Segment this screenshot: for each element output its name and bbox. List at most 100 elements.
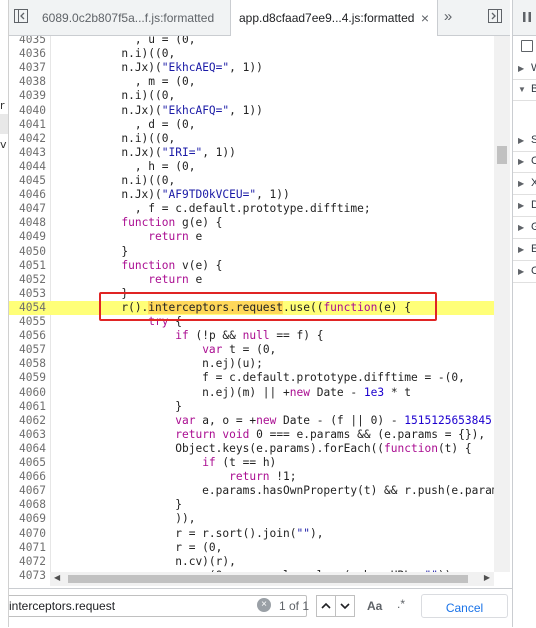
line-number[interactable]: 4036 <box>8 47 54 61</box>
vertical-scrollbar-thumb[interactable] <box>497 146 507 164</box>
line-code: Object.keys(e.params).forEach((function(… <box>54 441 472 455</box>
line-code: var a, o = +new Date - (f || 0) - 151512… <box>175 413 510 427</box>
line-code: e.params.hasOwnProperty(t) && r.push(e.p… <box>54 484 510 498</box>
line-number[interactable]: 4039 <box>8 89 54 103</box>
code-line: 4047 , f = c.default.prototype.difftime; <box>8 202 510 216</box>
code-line: 4058 n.ej)(u); <box>8 357 510 371</box>
line-number[interactable]: 4060 <box>8 386 54 400</box>
cancel-button[interactable]: Cancel <box>421 594 508 618</box>
expand-right-icon: ▶ <box>518 179 525 188</box>
horizontal-scrollbar[interactable]: ◀ ▶ <box>50 572 494 586</box>
debugger-section-header[interactable]: ▶E <box>513 239 536 261</box>
line-number[interactable]: 4057 <box>8 343 54 357</box>
horizontal-scrollbar-thumb[interactable] <box>68 575 468 583</box>
code-line: 4065 if (t == h) <box>8 456 510 470</box>
line-number[interactable]: 4041 <box>8 118 54 132</box>
debugger-section-header[interactable]: ▶W <box>513 58 536 80</box>
next-match-button[interactable] <box>335 595 355 617</box>
vertical-scrollbar[interactable] <box>494 36 510 572</box>
debugger-section-header[interactable]: ▼B <box>513 79 536 101</box>
line-code: n.ej)(u); <box>54 357 263 371</box>
line-number[interactable]: 4053 <box>8 287 54 301</box>
tab-6089-formatted[interactable]: 6089.0c2b807f5a...f.js:formatted <box>34 0 230 35</box>
line-code: )), <box>54 512 196 526</box>
line-number[interactable]: 4062 <box>8 414 54 428</box>
line-number[interactable]: 4058 <box>8 357 54 371</box>
line-number[interactable]: 4044 <box>8 160 54 174</box>
debugger-section-header[interactable]: ▶S <box>513 130 536 152</box>
line-code: n.Jx)("IRI=", 1)) <box>54 145 236 159</box>
line-number[interactable]: 4046 <box>8 188 54 202</box>
line-number[interactable]: 4050 <box>8 245 54 259</box>
line-number[interactable]: 4054 <box>8 301 54 315</box>
search-input[interactable] <box>5 596 253 616</box>
line-number[interactable]: 4056 <box>8 329 54 343</box>
line-code: n.Jx)("EkhcAFQ=", 1)) <box>54 103 263 117</box>
code-line: 4045 n.i)((0, <box>8 174 510 188</box>
code-editor[interactable]: 4035 , u = (0, 4036 n.i)((0, 4037 n.Jx)("E… <box>8 36 510 580</box>
line-number[interactable]: 4040 <box>8 104 54 118</box>
scroll-right-icon[interactable]: ▶ <box>484 573 490 582</box>
line-number[interactable]: 4065 <box>8 456 54 470</box>
line-number[interactable]: 4064 <box>8 442 54 456</box>
code-line: 4051 function v(e) { <box>8 259 510 273</box>
line-number[interactable]: 4048 <box>8 216 54 230</box>
line-number[interactable]: 4038 <box>8 75 54 89</box>
line-number[interactable]: 4051 <box>8 259 54 273</box>
code-line: 4046 n.Jx)("AF9TD0kVCEU=", 1)) <box>8 188 510 202</box>
line-number[interactable]: 4045 <box>8 174 54 188</box>
line-code: n.ej)(m) || +new Date - 1e3 * t <box>54 385 412 399</box>
scroll-left-icon[interactable]: ◀ <box>54 573 60 582</box>
line-number[interactable]: 4061 <box>8 400 54 414</box>
code-line: 4044 , h = (0, <box>8 160 510 174</box>
toggle-navigator-icon[interactable] <box>14 9 28 23</box>
pause-icon[interactable] <box>521 11 533 23</box>
debugger-section-header[interactable]: ▶X <box>513 173 536 195</box>
line-number[interactable]: 4055 <box>8 315 54 329</box>
line-code: return !1; <box>229 470 297 484</box>
line-code: n.i)((0, <box>54 47 176 61</box>
line-number[interactable]: 4070 <box>8 527 54 541</box>
pause-on-exceptions-checkbox[interactable] <box>521 40 533 52</box>
editor-tab-bar: 6089.0c2b807f5a...f.js:formatted app.d8c… <box>8 0 510 36</box>
code-line: 4059 f = c.default.prototype.difftime = … <box>8 371 510 385</box>
line-number[interactable]: 4072 <box>8 555 54 569</box>
debugger-section-header[interactable]: ▶C <box>513 261 536 283</box>
line-number[interactable]: 4067 <box>8 484 54 498</box>
line-number[interactable]: 4035 <box>8 36 54 47</box>
expand-right-icon: ▶ <box>518 201 525 210</box>
line-number[interactable]: 4071 <box>8 541 54 555</box>
more-tabs-icon[interactable]: » <box>438 0 458 34</box>
line-number[interactable]: 4068 <box>8 498 54 512</box>
debugger-section-header[interactable]: ▶G <box>513 217 536 239</box>
debugger-section-header[interactable]: ▶D <box>513 195 536 217</box>
toggle-debugger-icon[interactable] <box>488 9 502 23</box>
line-number[interactable]: 4042 <box>8 132 54 146</box>
clear-search-icon[interactable]: × <box>257 598 271 612</box>
debugger-section-label: D <box>531 199 536 211</box>
tab-app-formatted[interactable]: app.d8cfaad7ee9...4.js:formatted × <box>230 0 438 36</box>
line-number[interactable]: 4043 <box>8 146 54 160</box>
debugger-section-header[interactable]: ▶C <box>513 151 536 173</box>
line-code: return e <box>148 230 203 244</box>
line-number[interactable]: 4073 <box>8 569 54 580</box>
code-line: 4063 return void 0 === e.params && (e.pa… <box>8 428 510 442</box>
chevron-up-icon <box>321 602 331 609</box>
line-number[interactable]: 4066 <box>8 470 54 484</box>
line-number[interactable]: 4049 <box>8 230 54 244</box>
left-panel-selected-row[interactable] <box>0 114 8 134</box>
line-number[interactable]: 4059 <box>8 371 54 385</box>
line-number[interactable]: 4069 <box>8 512 54 526</box>
previous-match-button[interactable] <box>316 595 336 617</box>
close-icon[interactable]: × <box>421 0 429 36</box>
match-case-toggle[interactable]: Aa <box>367 599 382 613</box>
line-number[interactable]: 4052 <box>8 273 54 287</box>
code-line: 4049 return e <box>8 230 510 244</box>
expand-right-icon: ▶ <box>518 64 525 73</box>
line-code: return e <box>148 272 203 286</box>
line-number[interactable]: 4063 <box>8 428 54 442</box>
code-line: 4070 r = r.sort().join(""), <box>8 527 510 541</box>
line-number[interactable]: 4047 <box>8 202 54 216</box>
regex-toggle[interactable]: .* <box>397 597 405 611</box>
line-number[interactable]: 4037 <box>8 61 54 75</box>
